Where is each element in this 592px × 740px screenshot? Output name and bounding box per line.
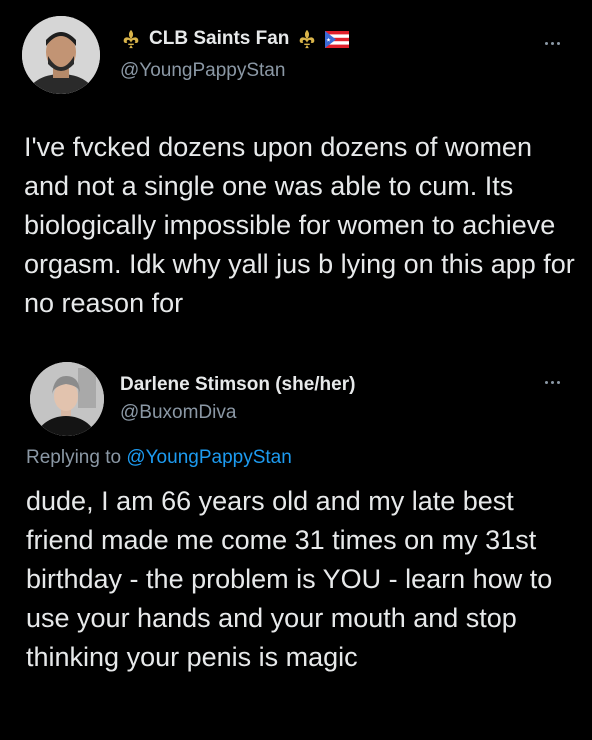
author-name-row: CLB Saints Fan xyxy=(120,28,350,50)
author-name-row: Darlene Stimson (she/her) xyxy=(120,374,355,396)
user-photo-icon xyxy=(22,16,100,94)
avatar[interactable] xyxy=(22,16,100,94)
fleur-de-lis-icon xyxy=(120,28,142,50)
author-display-name[interactable]: CLB Saints Fan xyxy=(149,28,289,50)
avatar[interactable] xyxy=(30,362,104,436)
more-options-icon[interactable] xyxy=(545,42,560,45)
author-handle[interactable]: @YoungPappyStan xyxy=(120,60,285,82)
replying-to-line: Replying to @YoungPappyStan xyxy=(26,447,292,469)
author-handle[interactable]: @BuxomDiva xyxy=(120,402,236,424)
tweet-text: I've fvcked dozens upon dozens of women … xyxy=(24,132,575,318)
user-photo-icon xyxy=(30,362,104,436)
author-display-name[interactable]: Darlene Stimson (she/her) xyxy=(120,374,355,396)
replying-to-mention-link[interactable]: @YoungPappyStan xyxy=(126,447,291,468)
puerto-rico-flag-icon xyxy=(325,30,350,48)
tweet-text: dude, I am 66 years old and my late best… xyxy=(26,486,553,672)
fleur-de-lis-icon xyxy=(296,28,318,50)
more-options-icon[interactable] xyxy=(545,381,560,384)
original-tweet: CLB Saints Fan @YoungPappyStan I've fvck… xyxy=(0,0,592,350)
replying-to-label: Replying to xyxy=(26,447,122,468)
